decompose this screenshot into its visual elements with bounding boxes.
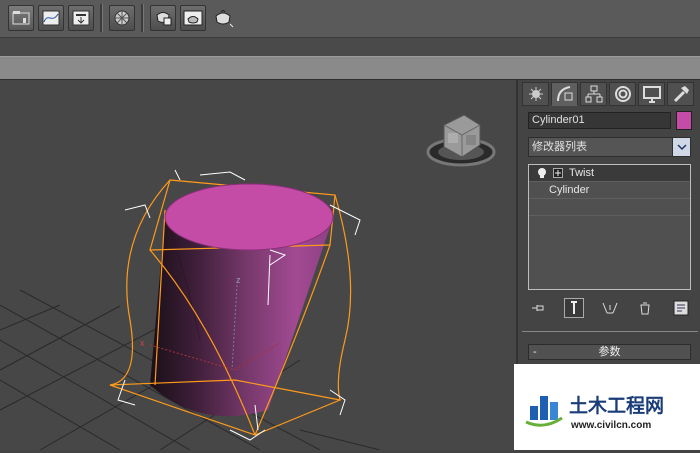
display-icon <box>642 86 661 103</box>
hierarchy-icon <box>585 85 602 103</box>
object-color-swatch[interactable] <box>676 111 692 130</box>
pin-icon <box>532 305 544 311</box>
rendered-frame-icon <box>183 10 203 26</box>
ribbon-bar <box>0 56 700 81</box>
curve-editor-icon <box>42 10 60 26</box>
rollout-collapse-toggle[interactable]: - <box>533 345 537 359</box>
render-setup-icon <box>156 12 172 26</box>
panel-divider <box>522 331 698 332</box>
modifier-stack-item-twist[interactable]: Twist <box>529 165 690 182</box>
watermark-url: www.civilcn.com <box>570 420 651 431</box>
parameters-rollout-header[interactable]: - 参数 <box>528 344 691 360</box>
toolbar-group-scene <box>6 2 238 34</box>
command-panel-tabs <box>522 82 698 108</box>
toolbar-shelf <box>0 38 700 56</box>
watermark-title: 土木工程网 <box>569 394 664 417</box>
watermark-logo: 土木工程网 www.civilcn.com <box>525 394 664 431</box>
watermark: 土木工程网 www.civilcn.com <box>514 364 700 450</box>
modifier-list-label: 修改器列表 <box>532 141 587 153</box>
schematic-view-icon <box>72 10 90 26</box>
create-icon <box>528 87 543 101</box>
toolbar-separator <box>100 4 103 32</box>
modifier-label-cylinder: Cylinder <box>549 184 590 196</box>
curve-editor-button[interactable] <box>38 5 64 31</box>
object-name-field[interactable]: Cylinder01 <box>528 112 671 129</box>
configure-modifier-sets-button[interactable] <box>671 298 691 318</box>
pin-stack-button[interactable] <box>528 298 548 318</box>
configure-sets-icon <box>673 300 689 316</box>
stack-tools <box>528 296 691 320</box>
scene-explorer-icon <box>12 11 30 25</box>
material-editor-icon <box>114 10 130 26</box>
material-editor-button[interactable] <box>109 5 135 31</box>
make-unique-button[interactable] <box>600 298 620 318</box>
chevron-down-icon <box>676 144 687 151</box>
show-end-result-button[interactable] <box>563 298 584 318</box>
axis-label-z: z <box>236 275 241 285</box>
lightbulb-icon[interactable] <box>537 167 547 179</box>
motion-icon <box>614 86 631 102</box>
modifier-label-twist: Twist <box>569 167 595 179</box>
hammer-icon <box>673 86 689 103</box>
expand-plus-icon[interactable] <box>553 168 563 178</box>
viewcube-icon <box>426 114 496 167</box>
create-tab[interactable] <box>522 82 549 106</box>
building-logo-icon <box>525 396 563 427</box>
modifier-stack-item-cylinder[interactable]: Cylinder <box>529 182 690 199</box>
render-setup-button[interactable] <box>150 5 176 31</box>
hierarchy-tab[interactable] <box>580 82 607 106</box>
show-end-result-icon <box>570 301 577 314</box>
main-toolbar <box>0 0 700 38</box>
dropdown-button[interactable] <box>672 138 690 156</box>
remove-modifier-button[interactable] <box>635 298 655 318</box>
rendered-frame-button[interactable] <box>180 5 206 31</box>
render-button[interactable] <box>210 5 236 31</box>
trash-icon <box>640 302 650 315</box>
rollout-title: 参数 <box>598 346 621 358</box>
motion-tab[interactable] <box>609 82 636 106</box>
utilities-tab[interactable] <box>667 82 694 106</box>
schematic-view-button[interactable] <box>68 5 94 31</box>
modifier-stack: Twist Cylinder <box>528 164 691 290</box>
viewport-scene: z x <box>0 114 496 450</box>
modifier-list-dropdown[interactable]: 修改器列表 <box>528 137 691 157</box>
modify-icon <box>556 86 572 102</box>
make-unique-icon <box>602 302 617 314</box>
display-tab[interactable] <box>638 82 665 106</box>
modify-tab[interactable] <box>551 82 578 106</box>
scene-explorer-button[interactable] <box>8 5 34 31</box>
modifier-stack-empty-row <box>529 199 690 216</box>
render-icon <box>215 10 234 28</box>
cylinder-top-cap <box>164 183 334 251</box>
axis-label-x: x <box>140 338 145 348</box>
perspective-viewport[interactable]: z x <box>0 80 516 450</box>
toolbar-separator <box>141 4 144 32</box>
